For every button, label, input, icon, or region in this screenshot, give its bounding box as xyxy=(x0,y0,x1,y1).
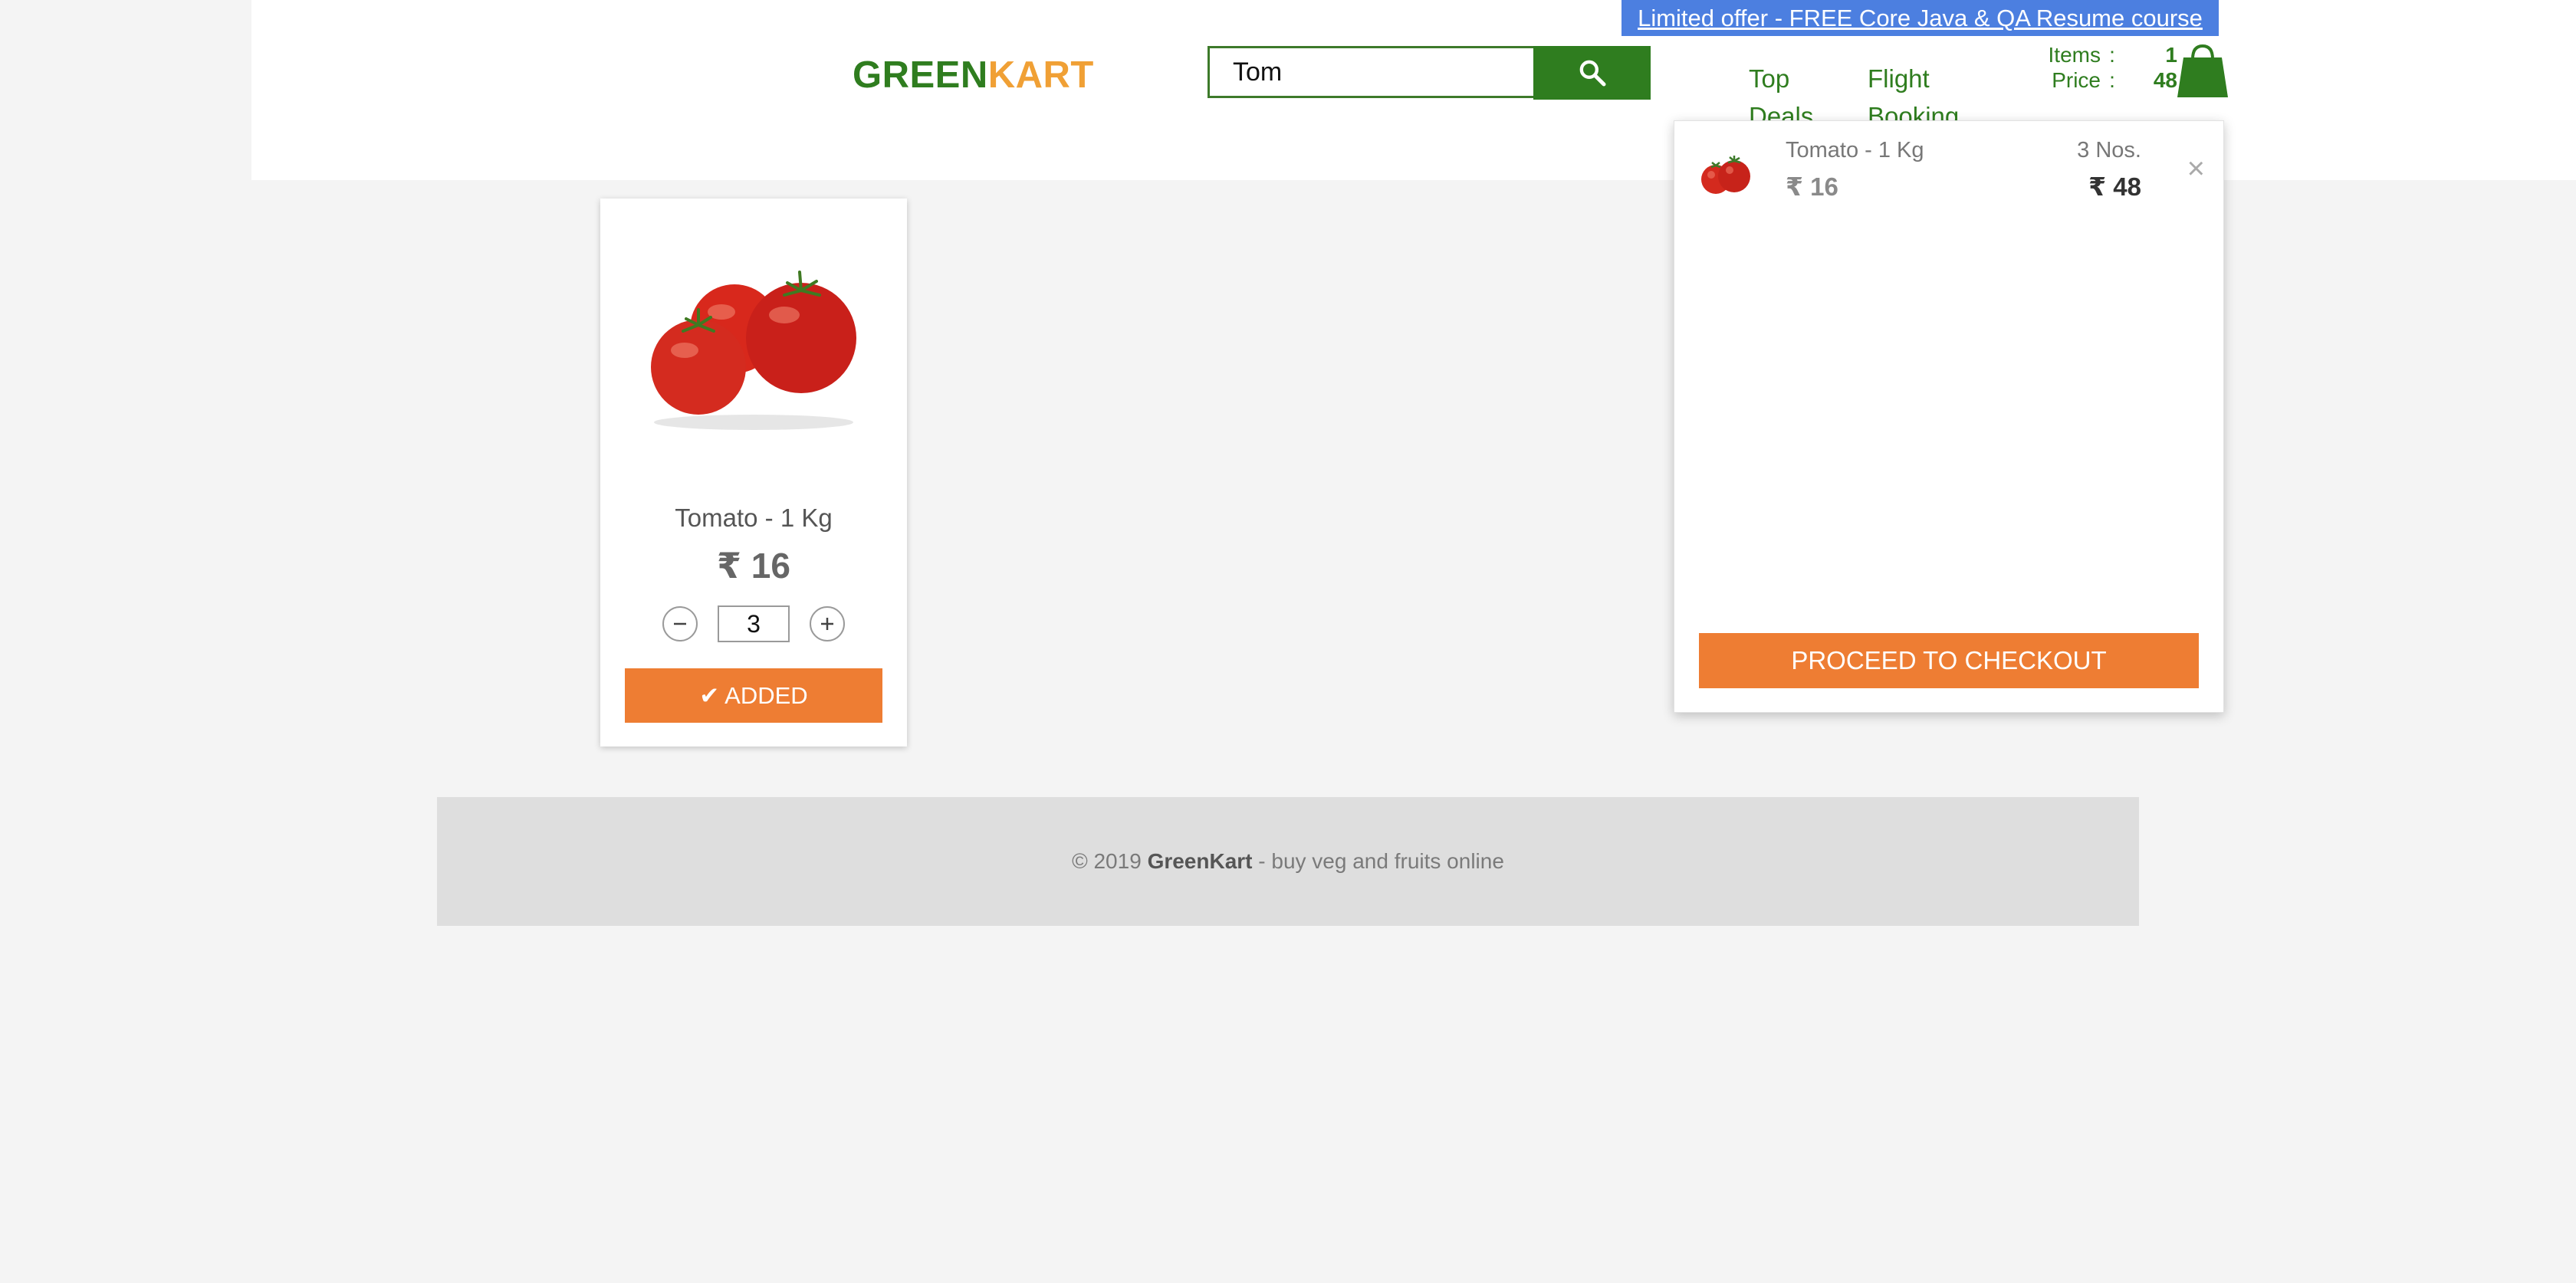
search-input[interactable] xyxy=(1208,46,1533,98)
brand-logo: GREENKART xyxy=(853,54,1094,97)
decrement-button[interactable] xyxy=(662,606,698,642)
search-button[interactable] xyxy=(1533,46,1651,100)
price-label: Price xyxy=(2052,68,2101,92)
promo-link[interactable]: Limited offer - FREE Core Java & QA Resu… xyxy=(1622,0,2219,36)
items-label: Items xyxy=(2048,43,2101,67)
brand-logo-kart: KART xyxy=(987,54,1094,96)
items-count: 1 xyxy=(2165,43,2177,67)
cart-item-image xyxy=(1694,144,1756,205)
minus-icon xyxy=(674,622,686,625)
cart-preview-popover: Tomato - 1 Kg ₹ 16 3 Nos. ₹ 48 × PROCEED… xyxy=(1674,120,2224,713)
cart-item-remove-button[interactable]: × xyxy=(2187,152,2205,186)
product-name: Tomato - 1 Kg xyxy=(675,504,833,532)
footer-tagline: - buy veg and fruits online xyxy=(1258,849,1504,873)
price-total: 48 xyxy=(2153,68,2177,92)
price-separator: : xyxy=(2109,68,2115,92)
footer-copyright: © 2019 xyxy=(1072,849,1142,873)
increment-button[interactable] xyxy=(810,606,845,642)
proceed-to-checkout-button[interactable]: PROCEED TO CHECKOUT xyxy=(1699,633,2199,688)
quantity-input[interactable] xyxy=(718,605,790,642)
brand-logo-green: GREEN xyxy=(853,54,988,96)
product-card: Tomato - 1 Kg ₹ 16 ✔ ADDED xyxy=(600,199,907,747)
product-image xyxy=(631,252,876,436)
added-to-cart-button[interactable]: ✔ ADDED xyxy=(625,668,882,723)
cart-popover-arrow xyxy=(2189,108,2213,121)
site-footer: © 2019 GreenKart - buy veg and fruits on… xyxy=(437,797,2139,926)
cart-item-quantity: 3 Nos. xyxy=(2077,138,2141,162)
shopping-bag-icon xyxy=(2177,44,2228,97)
items-separator: : xyxy=(2109,43,2115,67)
cart-item-price: ₹ 16 xyxy=(1786,172,1838,201)
search-icon xyxy=(1579,60,1605,87)
cart-button[interactable] xyxy=(2176,42,2229,100)
plus-icon xyxy=(821,618,833,630)
cart-item-amount: ₹ 48 xyxy=(2088,172,2141,201)
cart-item-name: Tomato - 1 Kg xyxy=(1786,138,1924,162)
product-price: ₹ 16 xyxy=(717,546,790,586)
cart-summary: Items : 1 Price : 48 xyxy=(2028,42,2177,93)
footer-brand: GreenKart xyxy=(1147,849,1253,873)
